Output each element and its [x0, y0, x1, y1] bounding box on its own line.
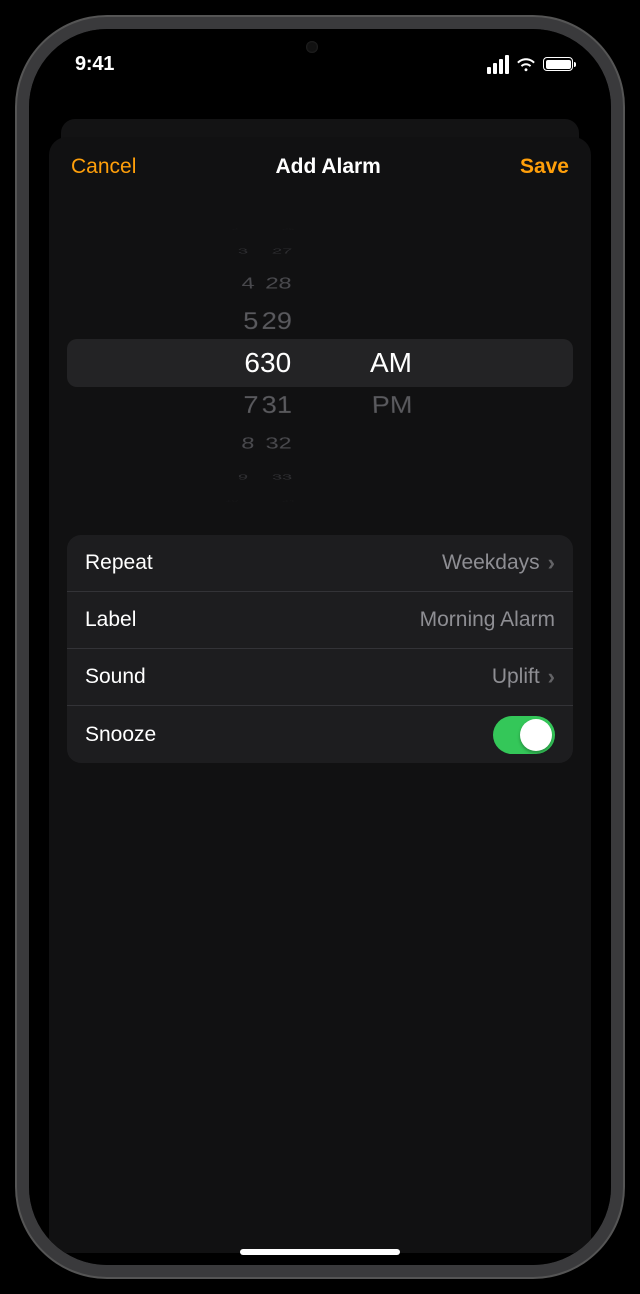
- snooze-toggle[interactable]: [493, 716, 555, 754]
- chevron-right-icon: ›: [548, 664, 555, 690]
- screen: 9:41 Cancel Add Alarm Save: [29, 29, 611, 1265]
- snooze-label: Snooze: [85, 723, 156, 747]
- home-indicator[interactable]: [240, 1249, 400, 1255]
- cancel-button[interactable]: Cancel: [71, 155, 136, 179]
- hour-option[interactable]: 10: [171, 499, 238, 502]
- minute-wheel[interactable]: 26 27 28 29 30 31 32 33 34: [260, 211, 370, 521]
- minute-option[interactable]: 32: [264, 429, 365, 456]
- repeat-label: Repeat: [85, 551, 153, 575]
- minute-option[interactable]: 31: [261, 385, 369, 424]
- cellular-signal-icon: [487, 55, 509, 74]
- repeat-row[interactable]: Repeat Weekdays ›: [67, 535, 573, 592]
- status-right: [487, 55, 573, 74]
- alarm-settings-group: Repeat Weekdays › Label Morning Alarm So…: [67, 535, 573, 763]
- toggle-knob: [520, 719, 552, 751]
- sound-value: Uplift: [492, 665, 540, 689]
- label-row[interactable]: Label Morning Alarm: [67, 592, 573, 649]
- hour-option[interactable]: 4: [154, 270, 255, 297]
- label-label: Label: [85, 608, 136, 632]
- sound-label: Sound: [85, 665, 146, 689]
- status-time: 9:41: [75, 53, 114, 76]
- minute-option[interactable]: 29: [261, 302, 369, 340]
- time-picker[interactable]: 2 3 4 5 6 7 8 9 10 26 27 28 29: [67, 211, 573, 521]
- wifi-icon: [516, 57, 536, 72]
- hour-option[interactable]: 2: [171, 227, 238, 230]
- period-option[interactable]: PM: [371, 385, 489, 424]
- add-alarm-sheet: Cancel Add Alarm Save 2 3 4 5 6 7 8 9: [49, 137, 591, 1253]
- hour-option[interactable]: 9: [161, 470, 249, 484]
- chevron-right-icon: ›: [548, 550, 555, 576]
- minute-option[interactable]: 33: [271, 470, 359, 484]
- iphone-device-frame: 9:41 Cancel Add Alarm Save: [17, 17, 623, 1277]
- hour-option[interactable]: 3: [161, 244, 249, 258]
- hour-wheel[interactable]: 2 3 4 5 6 7 8 9 10: [150, 211, 260, 521]
- repeat-value: Weekdays: [442, 551, 540, 575]
- sound-row[interactable]: Sound Uplift ›: [67, 649, 573, 706]
- minute-option[interactable]: 27: [271, 244, 359, 258]
- period-wheel[interactable]: AM PM: [370, 211, 490, 521]
- hour-option[interactable]: 5: [151, 302, 259, 340]
- label-value: Morning Alarm: [420, 608, 555, 632]
- front-camera-icon: [306, 41, 318, 53]
- period-selected[interactable]: AM: [370, 341, 490, 385]
- minute-option[interactable]: 34: [281, 499, 348, 502]
- hour-option[interactable]: 7: [151, 385, 259, 424]
- battery-icon: [543, 57, 573, 71]
- hour-selected[interactable]: 6: [150, 341, 260, 385]
- notch: [230, 29, 410, 61]
- page-title: Add Alarm: [275, 155, 380, 179]
- minute-option[interactable]: 28: [264, 270, 365, 297]
- nav-bar: Cancel Add Alarm Save: [49, 137, 591, 197]
- hour-option[interactable]: 8: [154, 429, 255, 456]
- snooze-row: Snooze: [67, 706, 573, 763]
- minute-selected[interactable]: 30: [260, 341, 370, 385]
- save-button[interactable]: Save: [520, 155, 569, 179]
- minute-option[interactable]: 26: [281, 227, 348, 230]
